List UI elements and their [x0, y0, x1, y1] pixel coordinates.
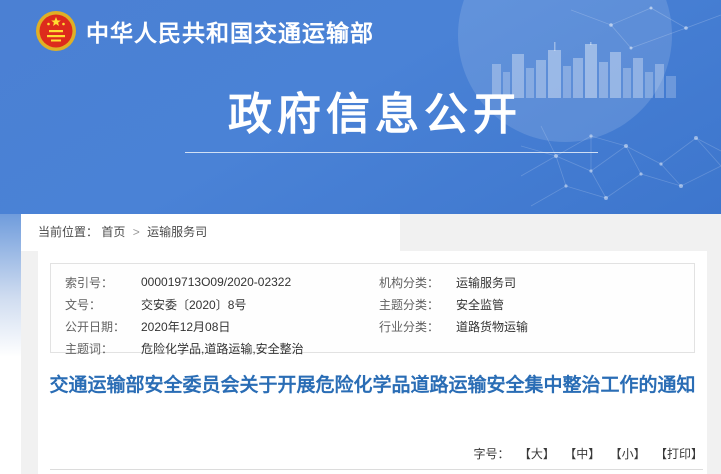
- left-gradient-decoration: [0, 214, 21, 474]
- meta-label-docnum: 文号：: [65, 296, 141, 313]
- meta-label-keywords: 主题词：: [65, 340, 141, 357]
- breadcrumb-label: 当前位置：: [38, 225, 98, 239]
- page-title: 政府信息公开: [160, 93, 590, 137]
- meta-value-keywords: 危险化学品,道路运输,安全整治: [141, 340, 379, 357]
- network-mesh-top-decoration: [571, 0, 721, 52]
- font-medium-button[interactable]: 【中】: [564, 447, 600, 461]
- font-large-button[interactable]: 【大】: [519, 447, 555, 461]
- breadcrumb-home-link[interactable]: 首页: [101, 225, 125, 239]
- meta-value-industry: 道路货物运输: [456, 318, 694, 335]
- meta-value-docnum: 交安委〔2020〕8号: [141, 296, 379, 313]
- site-logo: 中华人民共和国交通运输部: [35, 10, 374, 52]
- breadcrumb: 当前位置： 首页 > 运输服务司: [21, 214, 400, 251]
- meta-label-org: 机构分类：: [379, 274, 456, 291]
- content-panel: 索引号： 000019713O09/2020-02322 机构分类： 运输服务司…: [38, 251, 707, 474]
- print-button[interactable]: 【打印】: [655, 447, 703, 461]
- title-underline: [185, 152, 598, 153]
- font-size-label: 字号：: [474, 447, 510, 461]
- national-emblem-icon: [35, 10, 77, 52]
- site-name[interactable]: 中华人民共和国交通运输部: [86, 14, 374, 48]
- meta-value-index: 000019713O09/2020-02322: [141, 275, 379, 289]
- breadcrumb-section-link[interactable]: 运输服务司: [147, 225, 207, 239]
- content-separator: [50, 469, 703, 470]
- meta-value-topic: 安全监管: [456, 296, 694, 313]
- site-header: 中华人民共和国交通运输部 政府信息公开: [0, 0, 721, 214]
- meta-value-date: 2020年12月08日: [141, 318, 379, 335]
- document-meta-table: 索引号： 000019713O09/2020-02322 机构分类： 运输服务司…: [50, 263, 695, 353]
- article-title: 交通运输部安全委员会关于开展危险化学品道路运输安全集中整治工作的通知: [48, 373, 697, 399]
- meta-label-index: 索引号：: [65, 274, 141, 291]
- meta-label-date: 公开日期：: [65, 318, 141, 335]
- breadcrumb-separator: >: [133, 225, 140, 239]
- meta-label-industry: 行业分类：: [379, 318, 456, 335]
- font-small-button[interactable]: 【小】: [610, 447, 646, 461]
- meta-value-org: 运输服务司: [456, 274, 694, 291]
- font-size-controls: 字号： 【大】 【中】 【小】 【打印】: [474, 445, 703, 462]
- meta-label-topic: 主题分类：: [379, 296, 456, 313]
